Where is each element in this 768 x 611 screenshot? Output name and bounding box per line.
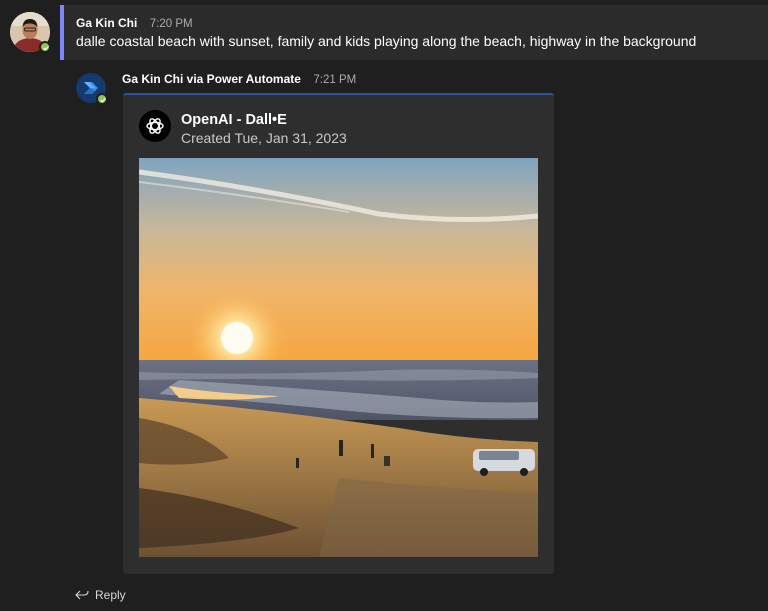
reply-label: Reply <box>95 588 126 602</box>
bot-message-header: Ga Kin Chi via Power Automate 7:21 PM <box>122 70 356 88</box>
available-status-icon <box>96 93 108 105</box>
beach-sunset-image[interactable] <box>139 158 538 557</box>
reply-arrow-icon <box>75 590 89 600</box>
bot-message-time: 7:21 PM <box>313 74 357 86</box>
chat-thread: Ga Kin Chi 7:20 PM dalle coastal beach w… <box>0 0 768 611</box>
message-text: dalle coastal beach with sunset, family … <box>76 33 697 49</box>
reply-button[interactable]: Reply <box>75 588 126 602</box>
message-header: Ga Kin Chi 7:20 PM <box>76 14 193 32</box>
openai-logo-icon <box>139 110 171 142</box>
message-time: 7:20 PM <box>149 18 193 30</box>
available-status-icon <box>39 41 51 53</box>
message-accent-bar <box>60 5 64 60</box>
message-author[interactable]: Ga Kin Chi <box>76 16 137 30</box>
card-subtitle: Created Tue, Jan 31, 2023 <box>181 130 347 146</box>
bot-message-author[interactable]: Ga Kin Chi via Power Automate <box>122 72 301 86</box>
card-title: OpenAI - Dall•E <box>181 112 287 128</box>
